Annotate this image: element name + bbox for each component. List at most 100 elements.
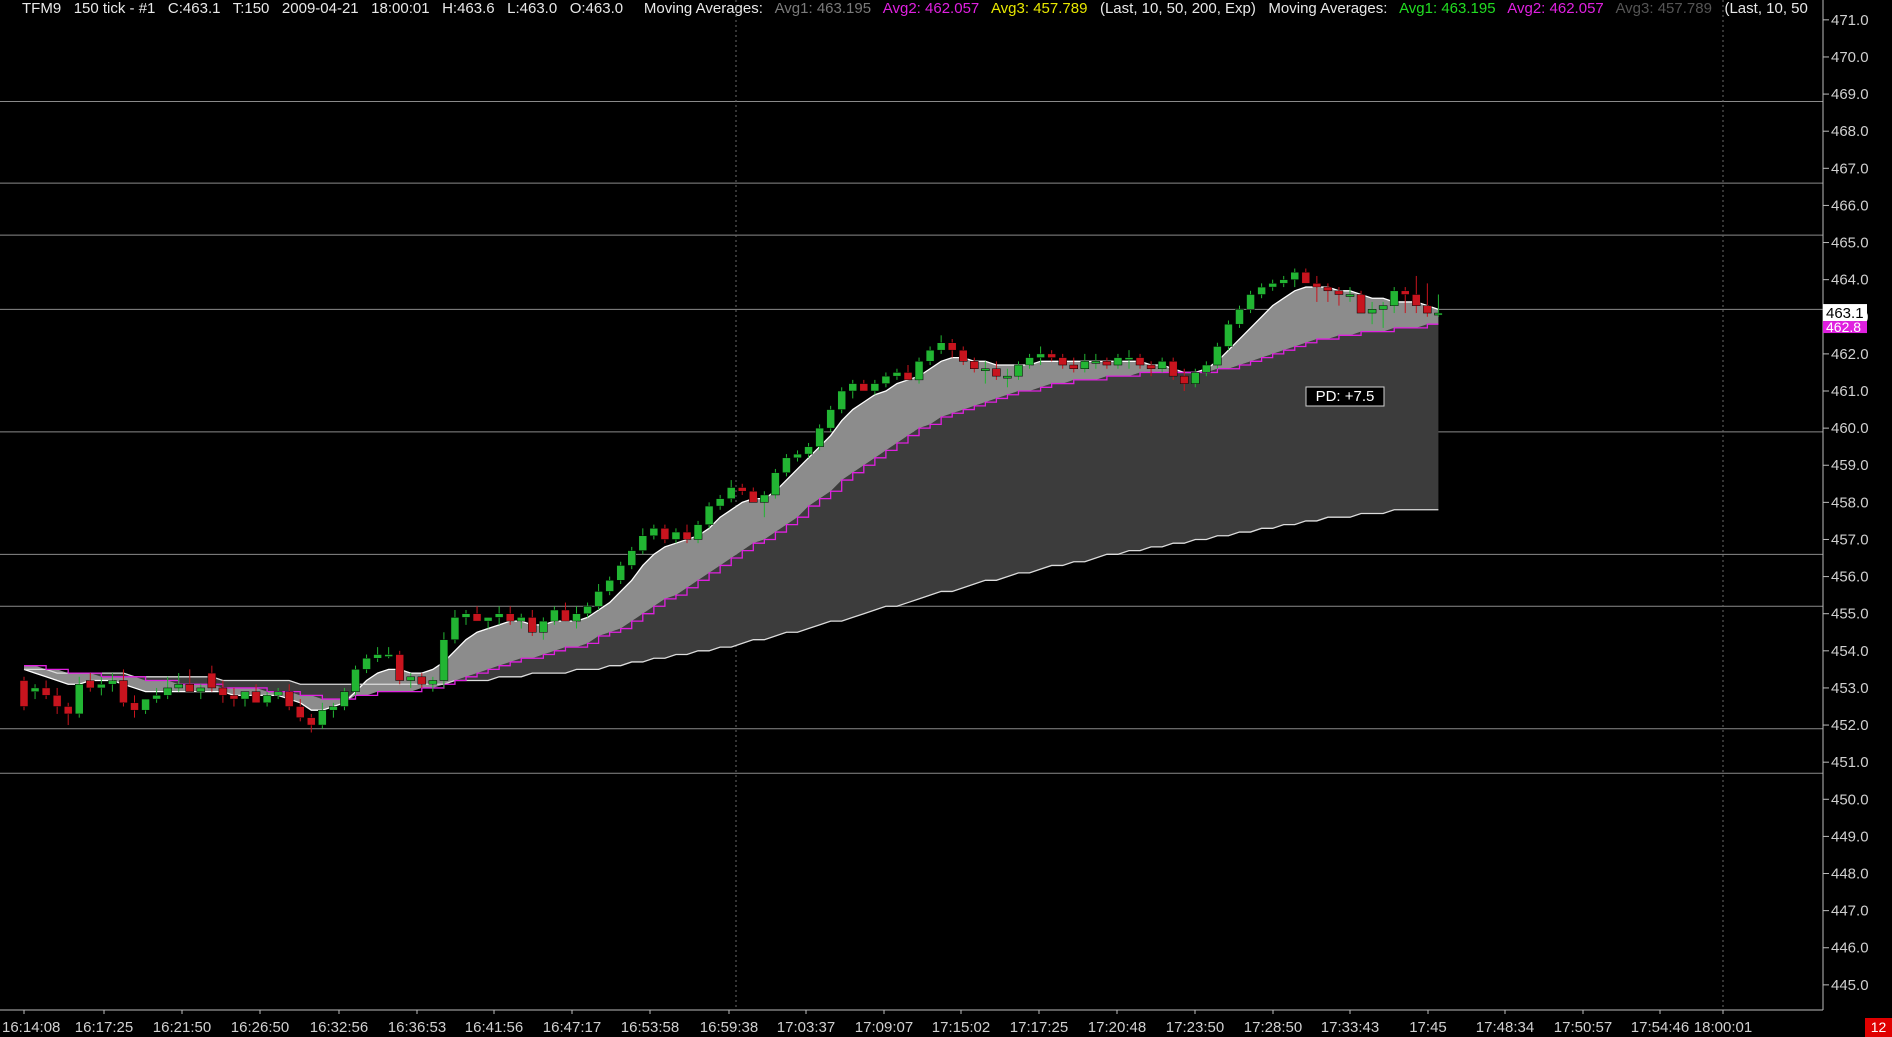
x-tick-label: 17:20:48 (1088, 1019, 1146, 1036)
down-candle (1069, 364, 1078, 369)
up-candle (638, 535, 648, 551)
up-candle (30, 687, 40, 692)
up-candle (1003, 375, 1012, 379)
down-candle (561, 609, 570, 622)
up-candle (881, 375, 891, 384)
y-tick-label: 451.0 (1831, 754, 1869, 771)
down-candle (1058, 357, 1067, 366)
up-candle (760, 494, 769, 503)
x-axis: 16:14:08 16:17:25 16:21:50 16:26:50 16:32:56… (0, 1009, 1823, 1036)
y-tick-label: 446.0 (1831, 940, 1869, 957)
up-candle (815, 427, 824, 447)
up-candle (75, 683, 84, 715)
up-candle (804, 446, 813, 455)
down-candle (218, 687, 228, 696)
down-candle (41, 687, 51, 696)
up-candle (605, 580, 614, 592)
y-tick-label: 464.0 (1831, 272, 1869, 289)
x-tick-label: 17:48:34 (1476, 1019, 1534, 1036)
up-candle (583, 606, 592, 614)
down-candle (1334, 290, 1344, 295)
x-tick-label: 16:41:56 (465, 1019, 523, 1036)
down-candle (296, 706, 305, 718)
x-tick-label: 17:03:37 (777, 1019, 835, 1036)
down-candle (63, 706, 73, 715)
y-tick-label: 462.0 (1831, 346, 1869, 363)
down-candle (1412, 294, 1421, 306)
down-candle (1047, 353, 1056, 358)
up-candle (693, 524, 703, 540)
up-candle (1290, 271, 1299, 280)
down-candle (19, 680, 29, 707)
up-candle (517, 617, 526, 622)
up-candle (439, 639, 449, 681)
up-candle (892, 372, 902, 377)
y-tick-label: 458.0 (1831, 494, 1869, 511)
up-candle (1389, 290, 1399, 306)
up-candle (1025, 357, 1034, 366)
y-tick-label: 455.0 (1831, 606, 1869, 623)
y-tick-label: 470.0 (1831, 49, 1869, 66)
x-tick-label: 17:28:50 (1244, 1019, 1302, 1036)
up-candle (914, 361, 924, 381)
up-candle (1157, 361, 1167, 369)
down-candle (52, 695, 62, 707)
up-candle (362, 657, 371, 670)
up-candle (936, 342, 946, 351)
up-candle (340, 691, 349, 707)
up-candle (163, 687, 172, 696)
up-candle (174, 683, 183, 689)
x-tick-label: 17:50:57 (1554, 1019, 1612, 1036)
y-tick-label: 453.0 (1831, 680, 1869, 697)
up-candle (1202, 364, 1211, 373)
up-candle (826, 409, 835, 429)
up-candle (981, 368, 990, 371)
down-candle (1423, 305, 1432, 314)
price-chart[interactable]: PD: +7.5 445.0446.0447.0448.0449.0450.04… (0, 0, 1892, 1037)
down-candle (1323, 286, 1333, 292)
y-tick-label: 461.0 (1831, 383, 1869, 400)
down-candle (472, 613, 482, 622)
y-tick-label: 468.0 (1831, 123, 1869, 140)
up-candle (384, 654, 393, 657)
down-candle (86, 680, 95, 689)
up-candle (351, 669, 360, 692)
down-candle (130, 702, 139, 711)
up-candle (782, 457, 791, 473)
down-candle (1312, 283, 1322, 288)
down-candle (859, 383, 869, 392)
x-tick-label: 17:09:07 (855, 1019, 913, 1036)
x-tick-label: 18:00:01 (1694, 1019, 1752, 1036)
up-candle (1268, 283, 1277, 288)
up-candle (1367, 309, 1377, 314)
up-candle (594, 591, 603, 607)
down-candle (1146, 364, 1156, 369)
up-candle (616, 565, 625, 581)
up-candle (152, 695, 161, 700)
x-tick-label: 17:17:25 (1010, 1019, 1068, 1036)
down-candle (185, 683, 194, 692)
corner-badge: 12 (1865, 1018, 1892, 1037)
y-tick-label: 457.0 (1831, 531, 1869, 548)
up-candle (141, 698, 150, 711)
up-candle (848, 383, 857, 392)
up-candle (450, 617, 460, 640)
up-candle (726, 487, 736, 499)
x-tick-label: 16:14:08 (2, 1019, 60, 1036)
y-tick-label: 454.0 (1831, 643, 1869, 660)
y-tick-label: 469.0 (1831, 86, 1869, 103)
y-tick-label: 471.0 (1831, 12, 1869, 29)
x-tick-label: 16:36:53 (388, 1019, 446, 1036)
up-candle (108, 680, 117, 685)
up-candle (793, 453, 802, 459)
up-candle (483, 617, 493, 622)
up-candle (428, 680, 438, 685)
up-candle (870, 383, 880, 392)
down-candle (417, 676, 427, 685)
y-tick-label: 465.0 (1831, 235, 1869, 252)
down-candle (119, 680, 128, 704)
down-candle (207, 672, 217, 689)
down-candle (1102, 361, 1112, 366)
x-tick-label: 17:33:43 (1321, 1019, 1379, 1036)
x-tick-label: 16:47:17 (543, 1019, 601, 1036)
